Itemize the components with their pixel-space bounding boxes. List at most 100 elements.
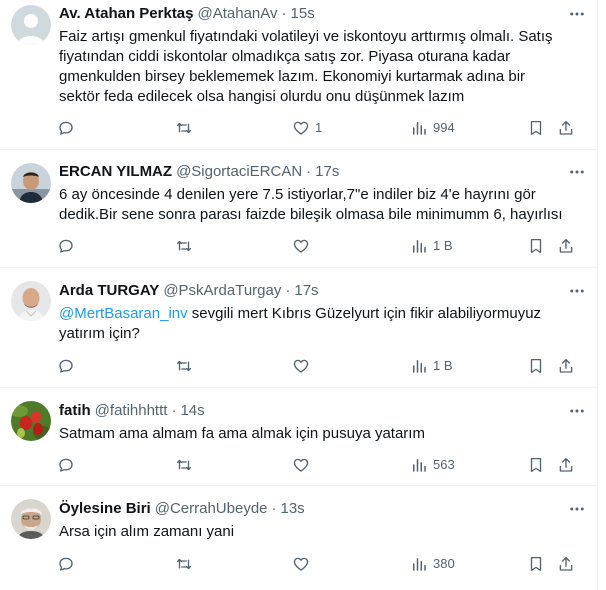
more-options-button[interactable]: [568, 402, 586, 420]
like-count: 1: [315, 120, 323, 135]
share-button[interactable]: [557, 356, 575, 376]
like-button[interactable]: [292, 554, 310, 574]
views-button[interactable]: 380: [410, 554, 455, 574]
share-button[interactable]: [557, 554, 575, 574]
mention-link[interactable]: @MertBasaran_inv: [59, 305, 188, 322]
reply-icon: [59, 458, 73, 472]
avatar[interactable]: [11, 499, 51, 539]
retweet-icon: [176, 459, 192, 471]
like-button[interactable]: [292, 455, 310, 475]
retweet-icon: [176, 360, 192, 372]
author-name[interactable]: fatih: [59, 401, 91, 421]
tweet-3[interactable]: Arda TURGAY @PskArdaTurgay · 17s @MertBa…: [0, 268, 598, 388]
timestamp[interactable]: 17s: [294, 281, 318, 301]
timeline: Av. Atahan Perktaş @AtahanAv · 15s Faiz …: [0, 0, 598, 590]
views-button[interactable]: 563: [410, 455, 455, 475]
avatar[interactable]: [11, 163, 51, 203]
author-handle[interactable]: @SigortaciERCAN: [176, 162, 302, 182]
tweet-1[interactable]: Av. Atahan Perktaş @AtahanAv · 15s Faiz …: [0, 0, 598, 150]
tweet-text-segment: sevgili mert Kıbrıs Güzelyurt için fikir…: [187, 305, 542, 322]
reply-icon: [59, 557, 73, 571]
bookmark-icon: [530, 120, 542, 136]
retweet-button[interactable]: [175, 455, 193, 475]
bald-man-photo-avatar-icon: [11, 281, 51, 321]
author-name[interactable]: ERCAN YILMAZ: [59, 162, 172, 182]
views-button[interactable]: 1 B: [410, 236, 453, 256]
author-handle[interactable]: @fatihhhttt: [95, 401, 168, 421]
tweet-text: 6 ay öncesinde 4 denilen yere 7.5 istiyo…: [59, 185, 589, 225]
retweet-button[interactable]: [175, 236, 193, 256]
more-options-button[interactable]: [568, 282, 586, 300]
author-name[interactable]: Öylesine Biri: [59, 499, 151, 519]
bookmark-button[interactable]: [527, 356, 545, 376]
default-avatar-icon: [11, 5, 51, 45]
avatar[interactable]: [11, 5, 51, 45]
avatar[interactable]: [11, 401, 51, 441]
view-count: 563: [433, 457, 455, 472]
tweet-actions: 380: [57, 554, 589, 574]
like-button[interactable]: [292, 236, 310, 256]
reply-button[interactable]: [57, 356, 75, 376]
more-options-button[interactable]: [568, 500, 586, 518]
timestamp[interactable]: 15s: [291, 4, 315, 24]
more-options-button[interactable]: [568, 5, 586, 23]
author-handle[interactable]: @AtahanAv: [198, 4, 278, 24]
timestamp[interactable]: 13s: [281, 499, 305, 519]
tweet-actions: 1 B: [57, 356, 589, 376]
more-horizontal-icon: [570, 289, 584, 293]
bookmark-button[interactable]: [527, 554, 545, 574]
retweet-button[interactable]: [175, 356, 193, 376]
reply-button[interactable]: [57, 236, 75, 256]
tweet-5[interactable]: Öylesine Biri @CerrahUbeyde · 13s Arsa i…: [0, 486, 598, 590]
timestamp[interactable]: 14s: [180, 401, 204, 421]
tweet-header: Öylesine Biri @CerrahUbeyde · 13s: [59, 499, 305, 519]
heart-icon: [293, 359, 309, 373]
tweet-2[interactable]: ERCAN YILMAZ @SigortaciERCAN · 17s 6 ay …: [0, 150, 598, 268]
views-button[interactable]: 1 B: [410, 356, 453, 376]
bookmark-icon: [530, 556, 542, 572]
view-count: 380: [433, 556, 455, 571]
author-handle[interactable]: @PskArdaTurgay: [163, 281, 281, 301]
author-handle[interactable]: @CerrahUbeyde: [155, 499, 268, 519]
more-options-button[interactable]: [568, 163, 586, 181]
strawberries-photo-avatar-icon: [11, 401, 51, 441]
reply-icon: [59, 359, 73, 373]
tweet-text-line: gmenkulden birsey beklememek lazım. Ekon…: [59, 68, 526, 85]
elderly-man-photo-avatar-icon: [11, 499, 51, 539]
retweet-button[interactable]: [175, 118, 193, 138]
tweet-header: Av. Atahan Perktaş @AtahanAv · 15s: [59, 4, 315, 24]
avatar[interactable]: [11, 281, 51, 321]
tweet-actions: 1 994: [57, 118, 589, 138]
view-count: 1 B: [433, 358, 453, 373]
bookmark-button[interactable]: [527, 118, 545, 138]
reply-icon: [59, 239, 73, 253]
timestamp[interactable]: 17s: [315, 162, 339, 182]
view-count: 1 B: [433, 238, 453, 253]
reply-button[interactable]: [57, 455, 75, 475]
views-button[interactable]: 994: [410, 118, 455, 138]
author-name[interactable]: Av. Atahan Perktaş: [59, 4, 194, 24]
views-chart-icon: [413, 240, 426, 253]
more-horizontal-icon: [570, 409, 584, 413]
tweet-4[interactable]: fatih @fatihhhttt · 14s Satmam ama almam…: [0, 388, 598, 486]
tweet-header: ERCAN YILMAZ @SigortaciERCAN · 17s: [59, 162, 339, 182]
reply-button[interactable]: [57, 554, 75, 574]
reply-button[interactable]: [57, 118, 75, 138]
bookmark-button[interactable]: [527, 236, 545, 256]
like-button[interactable]: 1: [292, 118, 322, 138]
more-horizontal-icon: [570, 507, 584, 511]
bookmark-icon: [530, 457, 542, 473]
share-button[interactable]: [557, 455, 575, 475]
share-icon: [559, 238, 573, 253]
share-button[interactable]: [557, 118, 575, 138]
like-button[interactable]: [292, 356, 310, 376]
author-name[interactable]: Arda TURGAY: [59, 281, 159, 301]
retweet-button[interactable]: [175, 554, 193, 574]
bookmark-button[interactable]: [527, 455, 545, 475]
tweet-text: Satmam ama almam fa ama almak için pusuy…: [59, 424, 589, 444]
share-button[interactable]: [557, 236, 575, 256]
bookmark-icon: [530, 358, 542, 374]
tweet-text: Faiz artışı gmenkul fiyatındaki volatile…: [59, 27, 589, 107]
tweet-text: Arsa için alım zamanı yani: [59, 522, 589, 542]
retweet-icon: [176, 122, 192, 134]
